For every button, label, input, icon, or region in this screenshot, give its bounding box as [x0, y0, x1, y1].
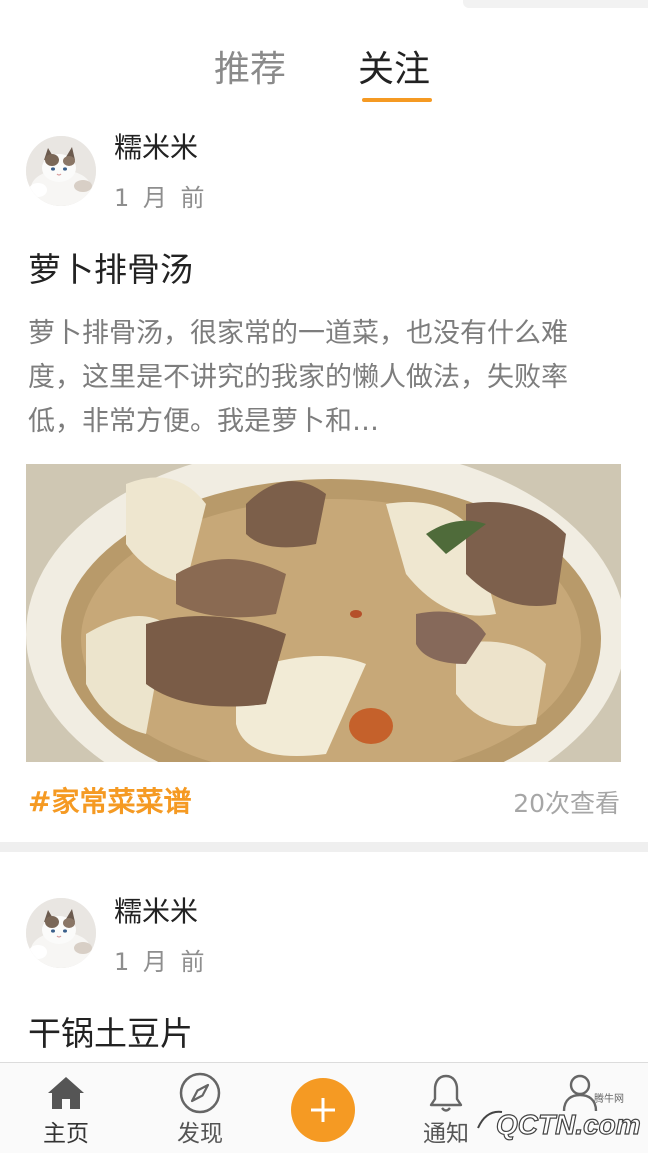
post-card[interactable]: 糯米米 1 月 前 萝卜排骨汤 萝卜排骨汤，很家常的一道菜，也没有什么难度，这里…	[0, 118, 648, 842]
post-image[interactable]	[26, 464, 621, 762]
plus-icon	[311, 1098, 335, 1122]
site-watermark: 腾牛网 QCTN.com	[472, 1088, 642, 1148]
avatar[interactable]	[26, 136, 96, 206]
avatar[interactable]	[26, 898, 96, 968]
card-separator	[0, 842, 648, 852]
post-card[interactable]: 糯米米 1 月 前 干锅土豆片	[0, 852, 648, 1062]
soup-photo	[26, 464, 621, 762]
tab-recommend[interactable]: 推荐	[214, 46, 286, 94]
nav-home[interactable]: 主页	[16, 1063, 116, 1153]
cat-avatar-image	[26, 136, 96, 206]
watermark-logo: 腾牛网 QCTN.com	[477, 1092, 641, 1141]
username[interactable]: 糯米米	[114, 894, 198, 930]
post-title[interactable]: 干锅土豆片	[28, 1012, 193, 1056]
watermark-sub: 腾牛网	[594, 1092, 624, 1105]
add-post-button[interactable]	[291, 1078, 355, 1142]
username[interactable]: 糯米米	[114, 130, 198, 166]
nav-discover-label: 发现	[177, 1121, 223, 1147]
status-strip	[463, 0, 648, 8]
top-tab-bar: 推荐 关注	[0, 0, 648, 118]
post-tag[interactable]: #家常菜菜谱	[28, 782, 191, 822]
post-description[interactable]: 萝卜排骨汤，很家常的一道菜，也没有什么难度，这里是不讲究的我家的懒人做法，失败率…	[28, 312, 620, 444]
post-time: 1 月 前	[114, 184, 208, 212]
nav-discover[interactable]: 发现	[150, 1063, 250, 1153]
bell-icon	[429, 1074, 463, 1112]
view-count: 20次查看	[513, 789, 620, 818]
post-title[interactable]: 萝卜排骨汤	[28, 248, 193, 292]
compass-icon	[179, 1072, 221, 1114]
cat-avatar-image	[26, 898, 96, 968]
nav-home-label: 主页	[43, 1121, 89, 1147]
tab-follow[interactable]: 关注	[358, 46, 430, 94]
post-time: 1 月 前	[114, 948, 208, 976]
home-icon	[48, 1077, 84, 1109]
active-tab-indicator	[362, 98, 432, 102]
watermark-text: QCTN.com	[496, 1109, 641, 1140]
